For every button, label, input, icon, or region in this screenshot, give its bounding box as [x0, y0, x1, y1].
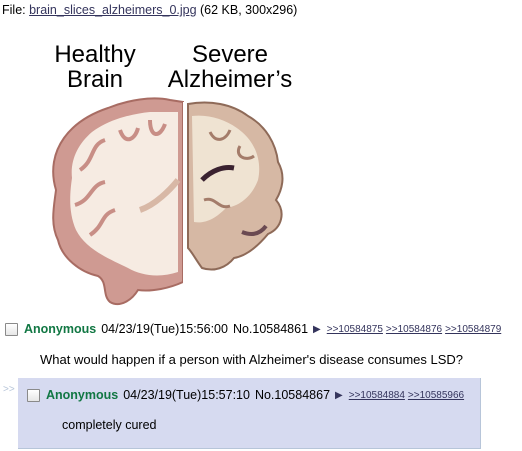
file-label: File:	[2, 3, 30, 17]
backlink[interactable]: >>10585966	[408, 390, 464, 401]
reply-checkbox[interactable]	[27, 388, 40, 402]
backlink[interactable]: >>10584884	[349, 390, 405, 401]
reply-poster-name: Anonymous	[46, 388, 119, 402]
brain-comparison-image: Healthy Brain Severe Alzheimer’s	[52, 41, 293, 306]
reply-side-marker: >>	[3, 384, 15, 395]
backlink[interactable]: >>10584875	[327, 324, 383, 335]
image-thumbnail[interactable]: Healthy Brain Severe Alzheimer’s	[20, 20, 320, 316]
image-label-severe: Severe	[192, 41, 268, 68]
file-size-dimensions: (62 KB, 300x296)	[196, 3, 298, 17]
image-label-alzheimers: Alzheimer’s	[168, 66, 293, 93]
reply-message: completely cured	[62, 418, 157, 432]
reply-number[interactable]: No.10584867	[255, 388, 330, 402]
backlink[interactable]: >>10584879	[445, 324, 501, 335]
reply-header: Anonymous 04/23/19(Tue)15:57:10 No.10584…	[27, 388, 467, 402]
post-menu-arrow-icon[interactable]: ▶	[313, 324, 321, 335]
file-info: File: brain_slices_alzheimers_0.jpg (62 …	[2, 3, 297, 17]
file-link[interactable]: brain_slices_alzheimers_0.jpg	[29, 3, 196, 17]
post-header: Anonymous 04/23/19(Tue)15:56:00 No.10584…	[5, 322, 504, 336]
image-label-healthy: Healthy	[54, 41, 135, 68]
post-message: What would happen if a person with Alzhe…	[40, 352, 464, 367]
reply-menu-arrow-icon[interactable]: ▶	[335, 390, 343, 401]
post-number[interactable]: No.10584861	[233, 322, 308, 336]
post-checkbox[interactable]	[5, 322, 18, 336]
reply-datetime: 04/23/19(Tue)15:57:10	[123, 388, 250, 402]
poster-name: Anonymous	[24, 322, 97, 336]
post-datetime: 04/23/19(Tue)15:56:00	[101, 322, 228, 336]
backlink[interactable]: >>10584876	[386, 324, 442, 335]
image-label-brain: Brain	[67, 66, 123, 93]
